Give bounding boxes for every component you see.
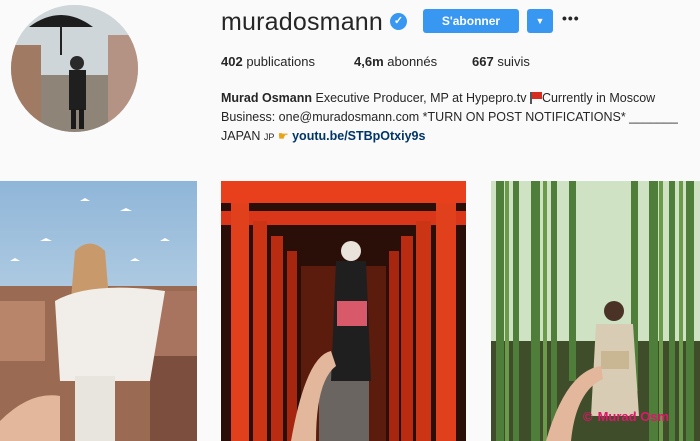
post-thumbnail-2[interactable] — [221, 181, 466, 441]
posts-label: publications — [246, 54, 315, 69]
follow-options-button[interactable]: ▼ — [527, 9, 553, 33]
red-flag-icon — [529, 92, 542, 104]
post-1-image — [0, 181, 197, 441]
post-thumbnail-3[interactable] — [491, 181, 700, 441]
copyright-icon: © — [583, 409, 593, 424]
following-label: suivis — [497, 54, 530, 69]
pointing-hand-icon: ☛ — [277, 129, 289, 143]
avatar[interactable] — [11, 5, 138, 132]
post-thumbnail-1[interactable] — [0, 181, 197, 441]
verified-badge-icon: ✓ — [390, 13, 407, 30]
bio-link[interactable]: youtu.be/STBpOtxiy9s — [292, 129, 425, 143]
followers-label: abonnés — [387, 54, 438, 69]
bio-line-2: Business: one@muradosmann.com *TURN ON P… — [221, 108, 700, 127]
bio-full-name: Murad Osmann — [221, 91, 312, 105]
bio-line3-prefix: JAPAN — [221, 129, 261, 143]
followers-count: 4,6m — [354, 54, 384, 69]
follow-button[interactable]: S'abonner — [423, 9, 519, 33]
followers-stat[interactable]: 4,6m abonnés — [354, 54, 437, 69]
japan-flag-text: JP — [263, 132, 275, 142]
post-2-image — [221, 181, 466, 441]
post-3-image — [491, 181, 700, 441]
following-stat[interactable]: 667 suivis — [472, 54, 530, 69]
avatar-photo — [11, 5, 138, 132]
profile-bio: Murad Osmann Executive Producer, MP at H… — [221, 89, 700, 146]
posts-stat: 402 publications — [221, 54, 315, 69]
chevron-down-icon: ▼ — [535, 16, 545, 26]
bio-line-3: JAPAN JP ☛ youtu.be/STBpOtxiy9s — [221, 127, 700, 146]
bio-line2-text: Business: one@muradosmann.com *TURN ON P… — [221, 110, 678, 124]
following-count: 667 — [472, 54, 494, 69]
posts-count: 402 — [221, 54, 243, 69]
bio-line1-text: Executive Producer, MP at Hypepro.tv — [315, 91, 527, 105]
bio-line-1: Murad Osmann Executive Producer, MP at H… — [221, 89, 700, 108]
profile-username: muradosmann — [221, 8, 384, 36]
watermark-text: Murad Osm — [597, 409, 670, 424]
bio-line1-suffix: Currently in Moscow — [541, 91, 656, 105]
more-options-icon[interactable]: ••• — [562, 11, 580, 29]
watermark: © Murad Osm — [583, 409, 669, 424]
